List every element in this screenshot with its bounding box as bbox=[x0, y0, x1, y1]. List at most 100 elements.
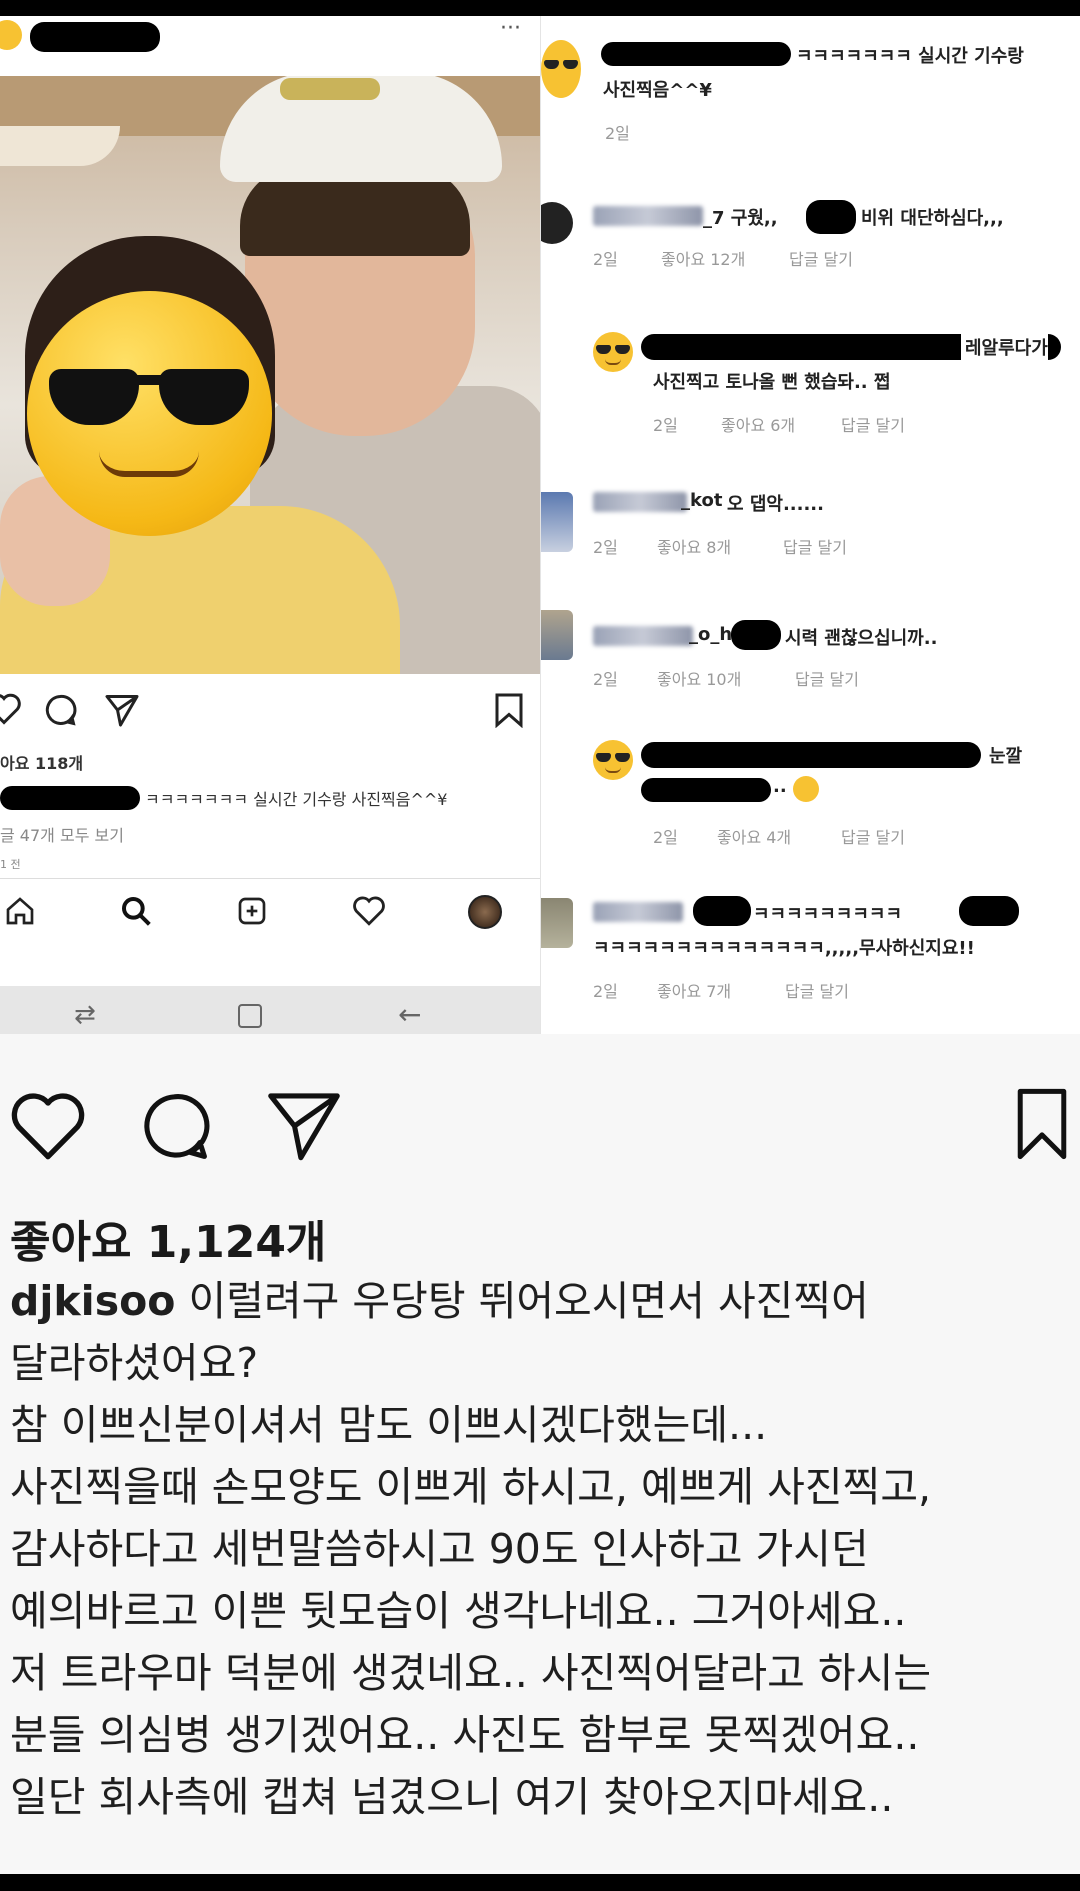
post-photo bbox=[0, 76, 545, 674]
caption-line: 예의바르고 이쁜 뒷모습이 생각나네요.. 그거아세요.. bbox=[10, 1587, 907, 1635]
caption-line: 일단 회사측에 캡쳐 넘겼으니 여기 찾아오지마세요.. bbox=[10, 1773, 894, 1821]
blurred-username bbox=[593, 206, 703, 226]
mouth bbox=[605, 767, 621, 773]
left-post-actions bbox=[0, 682, 545, 742]
comment-icon[interactable] bbox=[136, 1088, 212, 1164]
reply-button[interactable]: 답글 달기 bbox=[785, 978, 849, 1002]
heart-icon[interactable] bbox=[352, 895, 386, 927]
comment-text: ㅋㅋㅋㅋㅋㅋㅋㅋㅋㅋㅋㅋㅋㅋ,,,,,무사하신지요!! bbox=[593, 938, 975, 959]
comment-time: 2일 bbox=[593, 250, 618, 269]
comment-text: ㅋㅋㅋㅋㅋㅋㅋ 실시간 기수랑 bbox=[796, 46, 1024, 67]
comment-time: 2일 bbox=[593, 670, 618, 689]
avatar bbox=[541, 202, 573, 244]
caption-line: 감사하다고 세번말씀하시고 90도 인사하고 가시던 bbox=[10, 1525, 869, 1573]
emoji-smile bbox=[99, 451, 199, 477]
comment-text: 레알루다가 bbox=[961, 334, 1048, 360]
blurred-username bbox=[593, 626, 693, 646]
caption-text: 이럴려구 우당탕 뛰어오시면서 사진찍어 bbox=[175, 1277, 869, 1325]
comment-time: 2일 bbox=[593, 982, 618, 1001]
redacted-username bbox=[731, 620, 781, 650]
bookmark-icon[interactable] bbox=[1014, 1086, 1070, 1162]
search-icon[interactable] bbox=[120, 895, 152, 927]
left-post-header: ··· bbox=[0, 16, 545, 74]
reply-button[interactable]: 답글 달기 bbox=[841, 412, 905, 436]
left-likes-count: 아요 118개 bbox=[0, 754, 84, 773]
caption-line: 참 이쁘신분이셔서 맘도 이쁘시겠다했는데... bbox=[10, 1401, 768, 1449]
comment-likes[interactable]: 좋아요 7개 bbox=[657, 978, 731, 1002]
add-icon[interactable] bbox=[236, 895, 268, 927]
bookmark-icon[interactable] bbox=[494, 692, 524, 728]
sunglasses-emoji-icon bbox=[593, 332, 633, 372]
profile-icon[interactable] bbox=[468, 895, 502, 929]
worried-emoji-icon bbox=[793, 776, 819, 802]
reply-button[interactable]: 답글 달기 bbox=[795, 666, 859, 690]
lens bbox=[615, 753, 630, 762]
sunglasses-emoji-icon bbox=[541, 40, 581, 98]
comment-time: 2일 bbox=[653, 416, 678, 435]
system-nav-bar: ⇄ ← bbox=[0, 986, 545, 1034]
blurred-username bbox=[593, 902, 683, 922]
send-icon[interactable] bbox=[104, 692, 140, 728]
comment-icon[interactable] bbox=[42, 692, 78, 728]
comment-time: 2일 bbox=[593, 538, 618, 557]
caption-line: 사진찍을때 손모양도 이쁘게 하시고, 예쁘게 사진찍고, bbox=[10, 1463, 932, 1511]
left-post-screenshot: ··· 아요 118개 ㅋㅋㅋㅋㅋㅋㅋ 실시간 기수랑 사진찍음^^¥ 글 47… bbox=[0, 16, 545, 1034]
redacted-username bbox=[959, 896, 1019, 926]
more-options-icon[interactable]: ··· bbox=[500, 16, 521, 41]
caption-line: 달라하셨어요? bbox=[10, 1339, 259, 1387]
home-icon[interactable] bbox=[4, 895, 36, 927]
lens bbox=[596, 753, 611, 762]
avatar bbox=[541, 898, 573, 948]
blurred-username bbox=[593, 492, 687, 512]
reply-button[interactable]: 답글 달기 bbox=[789, 246, 853, 270]
sunglasses-lens-right bbox=[159, 369, 249, 425]
redacted-username bbox=[30, 22, 160, 52]
home-square-icon[interactable] bbox=[238, 1004, 262, 1028]
comment-text: 비위 대단하심다,,, bbox=[861, 208, 1004, 229]
comment-likes[interactable]: 좋아요 12개 bbox=[661, 246, 745, 270]
send-icon[interactable] bbox=[264, 1088, 344, 1164]
main-post: 좋아요 1,124개 djkisoo 이럴려구 우당탕 뛰어오시면서 사진찍어 … bbox=[0, 1034, 1080, 1874]
comments-screenshot: ㅋㅋㅋㅋㅋㅋㅋ 실시간 기수랑 사진찍음^^¥ 2일 _7 구웠,, 비위 대단… bbox=[540, 16, 1080, 1034]
redacted-username bbox=[0, 786, 140, 810]
lens bbox=[596, 345, 611, 354]
heart-icon[interactable] bbox=[8, 1088, 88, 1162]
comment-text: ㅋㅋㅋㅋㅋㅋㅋㅋㅋ bbox=[753, 904, 903, 925]
sunglasses-emoji-icon bbox=[27, 291, 272, 536]
view-all-comments-link[interactable]: 글 47개 모두 보기 bbox=[0, 822, 124, 846]
mouth bbox=[605, 359, 621, 365]
comment-likes[interactable]: 좋아요 10개 bbox=[657, 666, 741, 690]
redacted-username bbox=[641, 742, 981, 768]
recent-apps-icon[interactable]: ⇄ bbox=[74, 1000, 96, 1030]
sunglasses-emoji-icon bbox=[593, 740, 633, 780]
lens bbox=[544, 60, 559, 69]
comment-username[interactable]: _o_h bbox=[689, 624, 732, 645]
avatar bbox=[541, 610, 573, 660]
reply-button[interactable]: 답글 달기 bbox=[783, 534, 847, 558]
caption-line: djkisoo 이럴려구 우당탕 뛰어오시면서 사진찍어 bbox=[10, 1270, 1070, 1332]
redacted-username bbox=[641, 778, 771, 802]
back-icon[interactable]: ← bbox=[398, 998, 421, 1031]
comment-text: _7 구웠,, bbox=[703, 208, 778, 229]
ceiling-light bbox=[0, 126, 120, 166]
heart-icon[interactable] bbox=[0, 692, 22, 726]
comment-text: 시력 괜찮으십니까.. bbox=[785, 628, 938, 649]
comment-likes[interactable]: 좋아요 8개 bbox=[657, 534, 731, 558]
post-caption: djkisoo 이럴려구 우당탕 뛰어오시면서 사진찍어 달라하셨어요? 참 이… bbox=[10, 1270, 1070, 1828]
redacted-username bbox=[601, 42, 791, 66]
left-post-time: 1 전 bbox=[0, 858, 21, 871]
comment-likes[interactable]: 좋아요 6개 bbox=[721, 412, 795, 436]
comment-text: 사진찍고 토나올 뻔 했습돠.. 쩝 bbox=[653, 372, 891, 393]
comment-time: 2일 bbox=[653, 828, 678, 847]
likes-count[interactable]: 좋아요 1,124개 bbox=[10, 1206, 326, 1270]
screenshot-frame: ··· 아요 118개 ㅋㅋㅋㅋㅋㅋㅋ 실시간 기수랑 사진찍음^^¥ 글 47… bbox=[0, 16, 1080, 1874]
cap-logo bbox=[280, 78, 380, 100]
bottom-nav-bar bbox=[0, 878, 545, 944]
comment-likes[interactable]: 좋아요 4개 bbox=[717, 824, 791, 848]
post-username[interactable]: djkisoo bbox=[10, 1277, 175, 1325]
redacted-username bbox=[693, 896, 751, 926]
comment-username[interactable]: _kot bbox=[681, 490, 722, 511]
comment-time: 2일 bbox=[605, 124, 630, 143]
reply-button[interactable]: 답글 달기 bbox=[841, 824, 905, 848]
left-caption: ㅋㅋㅋㅋㅋㅋㅋ 실시간 기수랑 사진찍음^^¥ bbox=[145, 790, 448, 809]
